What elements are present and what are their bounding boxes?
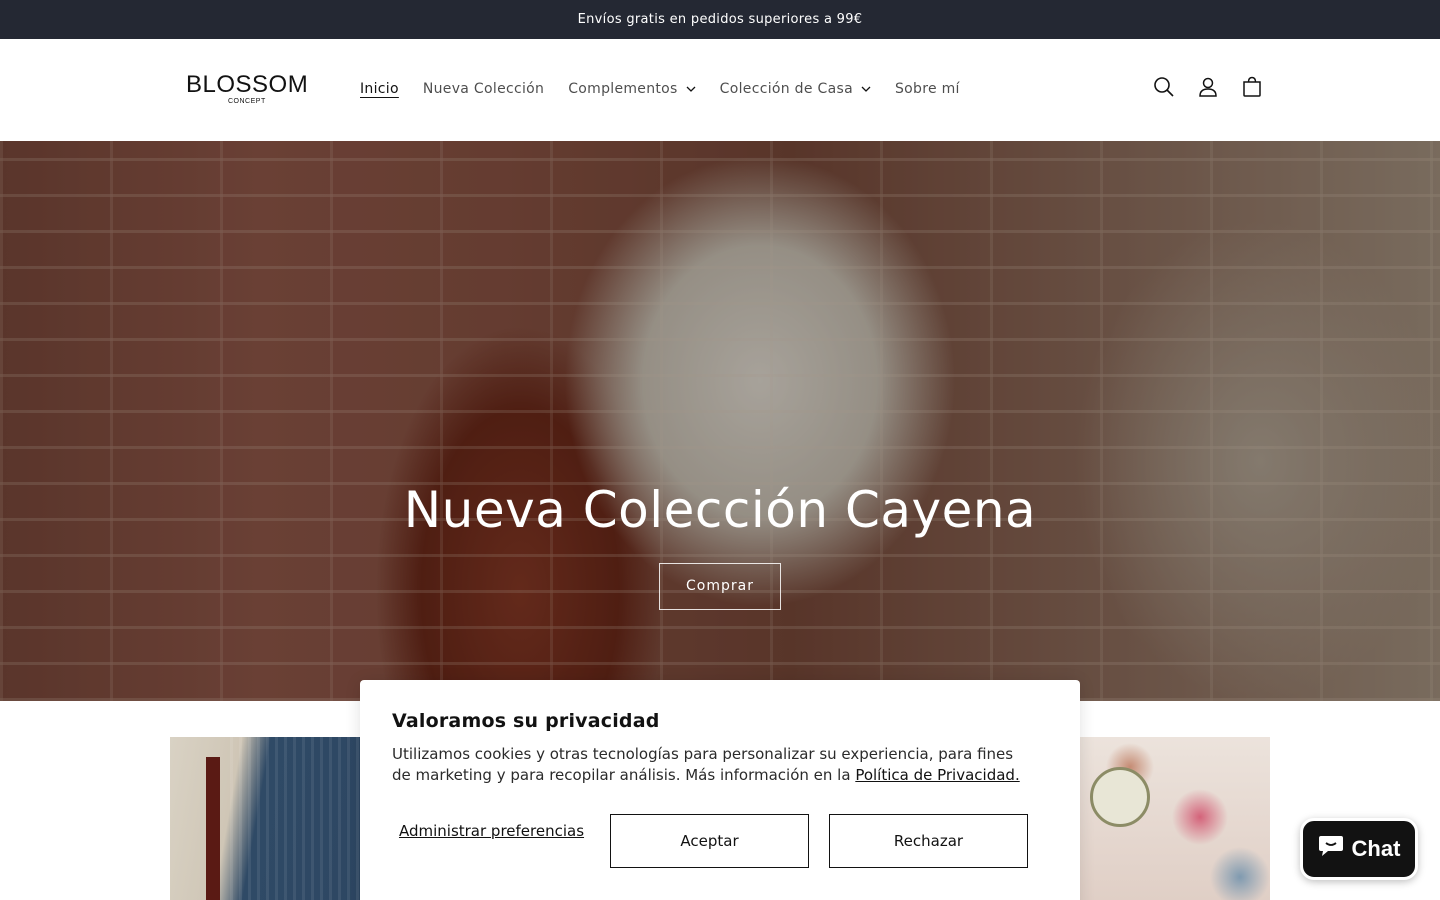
announcement-bar: Envíos gratis en pedidos superiores a 99…: [0, 0, 1440, 39]
cookie-title: Valoramos su privacidad: [392, 710, 660, 732]
accept-button[interactable]: Aceptar: [610, 814, 809, 868]
nav-item-nueva-coleccion[interactable]: Nueva Colección: [411, 71, 556, 107]
announcement-text: Envíos gratis en pedidos superiores a 99…: [577, 12, 863, 27]
hero-banner: Nueva Colección Cayena Comprar: [0, 141, 1440, 701]
search-icon: [1153, 76, 1175, 102]
logo-wordmark: BLOSSOM: [186, 71, 309, 98]
cookie-actions: Administrar preferencias Aceptar Rechaza…: [392, 814, 1048, 868]
nav-item-label: Nueva Colección: [422, 81, 545, 97]
nav-item-label: Inicio: [360, 81, 399, 97]
main-nav: Inicio Nueva Colección Complementos Cole…: [348, 71, 972, 107]
logo-subtitle: CONCEPT: [228, 98, 266, 105]
nav-item-sobre-mi[interactable]: Sobre mí: [883, 71, 972, 107]
hero-title: Nueva Colección Cayena: [403, 481, 1037, 539]
nav-item-label: Sobre mí: [894, 81, 960, 97]
account-icon: [1197, 76, 1219, 102]
cart-icon: [1241, 76, 1263, 102]
header-icons: [1142, 67, 1274, 111]
chat-label: Chat: [1351, 836, 1401, 861]
nav-item-label: Complementos: [568, 81, 678, 97]
cookie-text: Utilizamos cookies y otras tecnologías p…: [392, 744, 1032, 786]
jar-image: [1090, 767, 1150, 827]
chevron-down-icon: [861, 84, 871, 94]
cart-button[interactable]: [1230, 67, 1274, 111]
site-header: BLOSSOM CONCEPT Inicio Nueva Colección C…: [0, 39, 1440, 141]
nav-item-complementos[interactable]: Complementos: [556, 71, 707, 107]
chevron-down-icon: [686, 84, 696, 94]
nav-item-inicio[interactable]: Inicio: [348, 71, 411, 107]
privacy-policy-link[interactable]: Política de Privacidad.: [855, 766, 1019, 784]
shop-button[interactable]: Comprar: [659, 563, 781, 610]
hero-content: Nueva Colección Cayena Comprar: [0, 477, 1440, 610]
chat-button[interactable]: Chat: [1300, 818, 1418, 880]
chat-bubble-icon: [1318, 834, 1344, 864]
nav-item-coleccion-de-casa[interactable]: Colección de Casa: [708, 71, 883, 107]
search-button[interactable]: [1142, 67, 1186, 111]
cookie-banner: Valoramos su privacidad Utilizamos cooki…: [360, 680, 1080, 900]
manage-preferences-link[interactable]: Administrar preferencias: [392, 822, 591, 841]
hero-overlay: [0, 141, 1440, 701]
reject-button[interactable]: Rechazar: [829, 814, 1028, 868]
bag-strap-image: [206, 757, 220, 900]
logo[interactable]: BLOSSOM CONCEPT: [186, 71, 309, 112]
account-button[interactable]: [1186, 67, 1230, 111]
nav-item-label: Colección de Casa: [719, 81, 853, 97]
